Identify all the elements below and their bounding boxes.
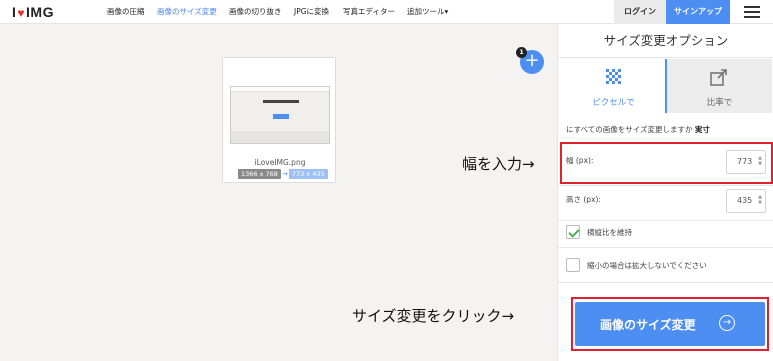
file-thumbnail	[230, 86, 330, 144]
panel-title: サイズ変更オプション	[558, 24, 773, 58]
tab-by-percentage[interactable]: 比率で	[667, 59, 772, 113]
percentage-icon	[710, 69, 727, 86]
tab-by-pixels[interactable]: ピクセルで	[562, 59, 667, 113]
width-highlight-box	[560, 142, 773, 184]
height-stepper[interactable]: ▲ ▼	[758, 194, 762, 206]
nav-convert-jpg[interactable]: JPGに変換	[294, 0, 329, 24]
login-button[interactable]: ログイン	[614, 0, 666, 24]
button-annotation: サイズ変更をクリック→	[352, 307, 515, 325]
dimension-info: 1366 x 768 → 773 x 435	[238, 169, 328, 179]
file-count-badge: 1	[516, 47, 527, 58]
no-enlarge-checkbox[interactable]	[566, 258, 580, 272]
top-navigation-bar: I♥IMG 画像の圧縮 画像のサイズ変更 画像の切り抜き JPGに変換 写真エデ…	[0, 0, 773, 24]
keep-ratio-label: 横縦比を維持	[587, 228, 632, 237]
file-name: iLoveIMG.png	[254, 158, 306, 167]
arrow-icon: →	[281, 170, 288, 178]
height-input[interactable]: 435 ▲ ▼	[726, 189, 766, 213]
original-size-badge: 1366 x 768	[238, 169, 281, 179]
nav-compress[interactable]: 画像の圧縮	[107, 0, 145, 24]
keep-ratio-checkbox[interactable]	[566, 225, 580, 239]
nav-photo-editor[interactable]: 写真エディター	[343, 0, 395, 24]
nav-more-tools[interactable]: 追加ツール▾	[407, 0, 448, 24]
no-enlarge-label: 縮小の場合は拡大しないでください	[587, 261, 707, 270]
tab-by-pixels-label: ピクセルで	[592, 98, 635, 108]
logo[interactable]: I♥IMG	[12, 0, 54, 24]
nav-crop[interactable]: 画像の切り抜き	[229, 0, 282, 24]
pixels-icon	[606, 69, 621, 84]
apply-text: にすべての画像をサイズ変更しますか 実寸	[566, 125, 710, 134]
tab-by-percentage-label: 比率で	[706, 98, 733, 108]
height-label: 高さ (px):	[566, 195, 601, 204]
width-annotation: 幅を入力→	[462, 155, 535, 173]
signup-button[interactable]: サインアップ	[666, 0, 730, 24]
nav-resize[interactable]: 画像のサイズ変更	[157, 0, 217, 24]
heart-icon: ♥	[17, 6, 26, 20]
menu-icon[interactable]	[744, 4, 760, 20]
new-size-badge: 773 x 435	[288, 169, 328, 179]
button-highlight-box	[571, 297, 769, 351]
logo-text-left: I	[12, 4, 17, 20]
file-card[interactable]: iLoveIMG.png 1366 x 768 → 773 x 435	[222, 57, 336, 183]
logo-text-right: IMG	[26, 4, 54, 20]
apply-value: 実寸	[694, 125, 710, 134]
